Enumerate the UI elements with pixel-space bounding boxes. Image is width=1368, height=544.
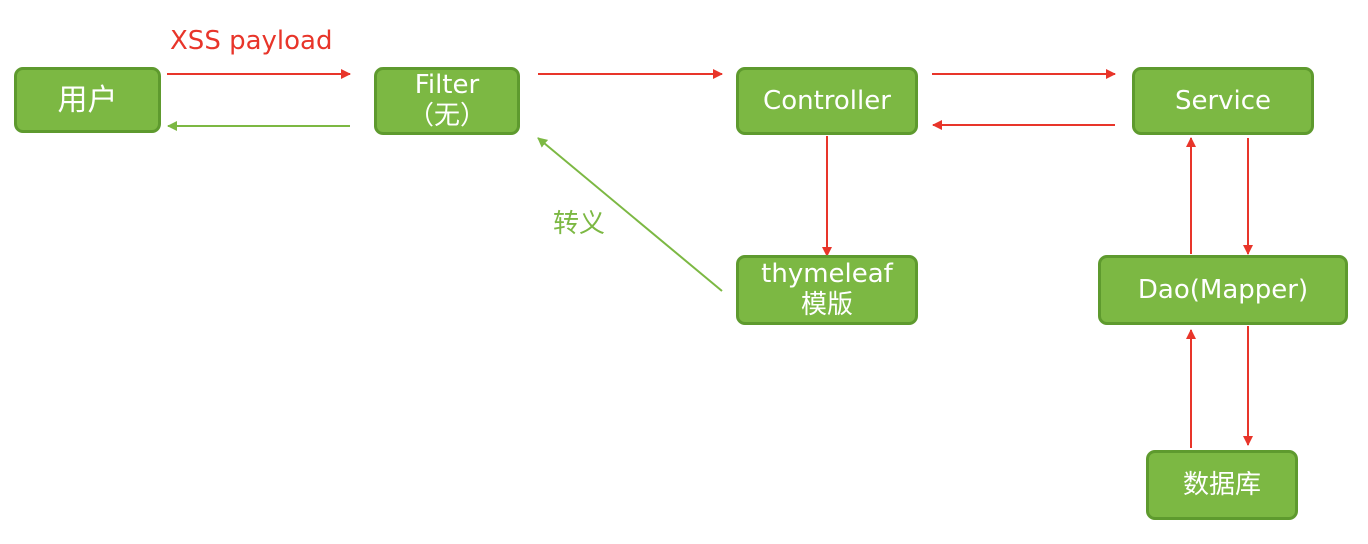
node-filter-sublabel: （无） (407, 101, 486, 131)
xss-flow-diagram: 用户 Filter （无） Controller Service thymele… (0, 0, 1368, 544)
node-user: 用户 (14, 67, 161, 133)
node-thymeleaf-sublabel: 模版 (800, 290, 853, 320)
node-service-label: Service (1174, 85, 1272, 116)
node-controller-label: Controller (763, 85, 891, 116)
node-thymeleaf: thymeleaf 模版 (736, 255, 918, 325)
node-user-label: 用户 (57, 82, 118, 118)
node-controller: Controller (736, 67, 918, 135)
node-service: Service (1132, 67, 1314, 135)
node-dao: Dao(Mapper) (1098, 255, 1348, 325)
node-filter: Filter （无） (374, 67, 520, 135)
xss-payload-label: XSS payload (170, 26, 333, 56)
escape-label: 转义 (553, 209, 606, 239)
node-dao-label: Dao(Mapper) (1137, 274, 1309, 305)
node-database: 数据库 (1146, 450, 1298, 520)
node-database-label: 数据库 (1182, 469, 1261, 500)
node-thymeleaf-label: thymeleaf (761, 259, 893, 289)
node-filter-label: Filter (414, 70, 480, 100)
